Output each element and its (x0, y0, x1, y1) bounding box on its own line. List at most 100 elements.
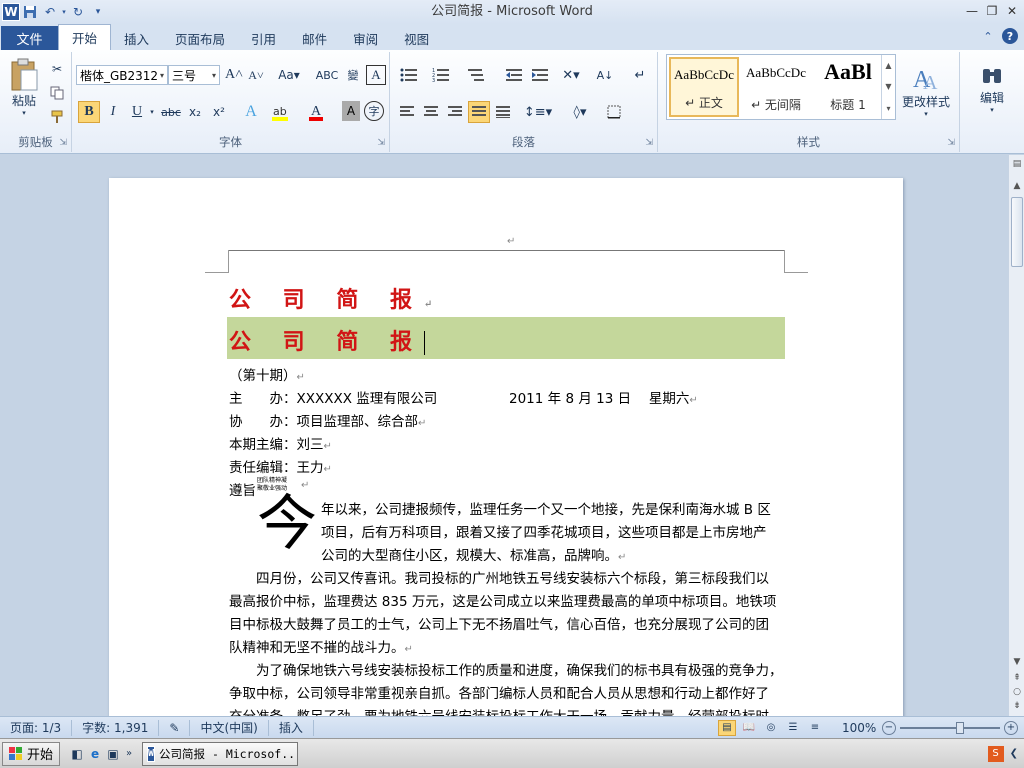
quicklaunch-app-icon[interactable]: ▣ (104, 747, 122, 761)
ruler-toggle-icon[interactable]: ▤ (1009, 159, 1024, 169)
tray-expand-icon[interactable]: ❮ (1010, 748, 1018, 759)
highlight-icon[interactable]: ab (268, 101, 296, 123)
status-language[interactable]: 中文(中国) (190, 719, 269, 736)
view-reading-icon[interactable]: 📖 (740, 722, 758, 733)
change-styles-button[interactable]: AA 更改样式 ▾ (898, 56, 954, 124)
align-right-icon[interactable] (444, 101, 466, 123)
strikethrough-button[interactable]: abc (160, 101, 182, 123)
styles-scroll-down-icon[interactable]: ▼ (885, 82, 891, 91)
tab-page-layout[interactable]: 页面布局 (162, 26, 238, 50)
tab-mailings[interactable]: 邮件 (289, 26, 340, 50)
quicklaunch-ie-icon[interactable]: e (86, 747, 104, 761)
zoom-level[interactable]: 100% (842, 721, 878, 735)
show-marks-icon[interactable]: ↵ (630, 65, 650, 85)
scroll-up-icon[interactable]: ▲ (1009, 181, 1024, 191)
char-border-icon[interactable]: A (366, 65, 386, 85)
zoom-slider-thumb[interactable] (956, 721, 964, 734)
status-words[interactable]: 字数: 1,391 (72, 719, 160, 736)
scroll-down-icon[interactable]: ▼ (1009, 657, 1024, 667)
superscript-button[interactable]: x² (208, 101, 230, 123)
underline-button[interactable]: U (126, 101, 148, 123)
tab-review[interactable]: 审阅 (340, 26, 391, 50)
bold-button[interactable]: B (78, 101, 100, 123)
font-size-combo[interactable]: 三号 ▾ (168, 65, 220, 85)
tab-home[interactable]: 开始 (58, 24, 112, 50)
close-icon[interactable]: ✕ (1002, 2, 1022, 20)
editing-button[interactable]: 编辑 ▾ (966, 56, 1018, 120)
shrink-font-icon[interactable]: A˅ (246, 65, 266, 85)
grow-font-icon[interactable]: A˄ (224, 65, 244, 85)
align-left-icon[interactable] (396, 101, 418, 123)
view-outline-icon[interactable]: ☰ (784, 722, 802, 733)
chinese-layout-icon[interactable]: ✕▾ (558, 65, 584, 85)
text-effects-icon[interactable]: A (240, 101, 262, 123)
styles-scroll-up-icon[interactable]: ▲ (885, 61, 891, 70)
tab-view[interactable]: 视图 (391, 26, 442, 50)
prev-page-icon[interactable]: ⇞ (1009, 673, 1024, 683)
view-print-layout-icon[interactable]: ▤ (718, 719, 736, 736)
browse-object-icon[interactable]: ○ (1009, 687, 1024, 697)
distributed-icon[interactable] (492, 101, 514, 123)
numbering-icon[interactable]: 123 (428, 65, 454, 85)
zoom-out-icon[interactable]: − (882, 720, 896, 735)
scroll-thumb[interactable] (1011, 197, 1023, 267)
start-button[interactable]: 开始 (2, 741, 61, 766)
change-case-icon[interactable]: Aa▾ (276, 65, 302, 85)
italic-button[interactable]: I (102, 101, 124, 123)
styles-more-icon[interactable]: ▾ (886, 104, 890, 113)
bullets-icon[interactable] (396, 65, 422, 85)
font-launcher-icon[interactable]: ⇲ (377, 138, 385, 148)
increase-indent-icon[interactable] (528, 65, 552, 85)
paste-button[interactable]: 粘贴 ▾ (6, 56, 42, 118)
style-normal[interactable]: AaBbCcDc ↵ 正文 (669, 57, 739, 117)
tab-insert[interactable]: 插入 (111, 26, 162, 50)
style-heading-1[interactable]: AaBl 标题 1 (813, 57, 883, 117)
minimize-icon[interactable]: — (962, 2, 982, 20)
subscript-button[interactable]: x₂ (184, 101, 206, 123)
quicklaunch-more-icon[interactable]: » (122, 748, 136, 759)
zoom-in-icon[interactable]: + (1004, 720, 1018, 735)
quicklaunch-desktop-icon[interactable]: ◧ (68, 747, 86, 761)
redo-icon[interactable]: ↻ (68, 2, 88, 22)
phonetic-guide-icon[interactable]: 變 (342, 65, 364, 85)
collapse-ribbon-icon[interactable]: ⌃ (980, 28, 996, 44)
enclose-char-icon[interactable]: 字 (364, 101, 384, 121)
styles-launcher-icon[interactable]: ⇲ (947, 138, 955, 148)
sort-icon[interactable]: A↓ (594, 65, 616, 85)
multilevel-list-icon[interactable] (462, 65, 490, 85)
shading-icon[interactable]: ◊▾ (566, 101, 594, 123)
taskbar-word-window[interactable]: W 公司简报 - Microsof... (142, 741, 299, 766)
customize-qat-icon[interactable]: ▾ (88, 2, 108, 22)
justify-icon[interactable] (468, 101, 490, 123)
tab-file[interactable]: 文件 (1, 26, 58, 50)
format-painter-icon[interactable] (48, 108, 66, 126)
font-color-icon[interactable]: A (304, 101, 330, 123)
word-app-icon[interactable]: W (2, 3, 20, 21)
status-mode[interactable]: 插入 (269, 719, 314, 736)
next-page-icon[interactable]: ⇟ (1009, 701, 1024, 711)
save-icon[interactable] (20, 2, 40, 22)
tray-app-icon[interactable]: S (987, 745, 1004, 762)
view-draft-icon[interactable]: ≡ (806, 722, 824, 733)
undo-icon[interactable]: ↶ (40, 2, 60, 22)
proofing-icon[interactable]: ✎ (159, 719, 191, 736)
align-center-icon[interactable] (420, 101, 442, 123)
borders-icon[interactable] (600, 101, 628, 123)
help-icon[interactable]: ? (1002, 28, 1018, 44)
cut-icon[interactable]: ✂ (48, 60, 66, 78)
clear-format-icon[interactable]: ABC (316, 65, 339, 85)
document-page[interactable]: ↵ 公 司 简 报↵ 公 司 简 报 （第十期）↵ 主 办：XXXXXX 监理有… (109, 178, 903, 716)
line-spacing-icon[interactable]: ↕≡▾ (524, 101, 552, 123)
zoom-slider[interactable] (900, 721, 1000, 734)
paragraph-launcher-icon[interactable]: ⇲ (645, 138, 653, 148)
char-shading-icon[interactable]: A (342, 101, 360, 121)
underline-dropdown-icon[interactable]: ▾ (148, 101, 156, 123)
vertical-scrollbar[interactable]: ▤ ▲ ▼ ⇞ ○ ⇟ (1008, 155, 1024, 716)
copy-icon[interactable] (48, 84, 66, 102)
restore-icon[interactable]: ❐ (982, 2, 1002, 20)
clipboard-launcher-icon[interactable]: ⇲ (59, 138, 67, 148)
decrease-indent-icon[interactable] (502, 65, 526, 85)
font-name-combo[interactable]: 楷体_GB2312 ▾ (76, 65, 168, 85)
undo-dropdown-icon[interactable]: ▾ (60, 2, 68, 22)
tab-references[interactable]: 引用 (238, 26, 289, 50)
